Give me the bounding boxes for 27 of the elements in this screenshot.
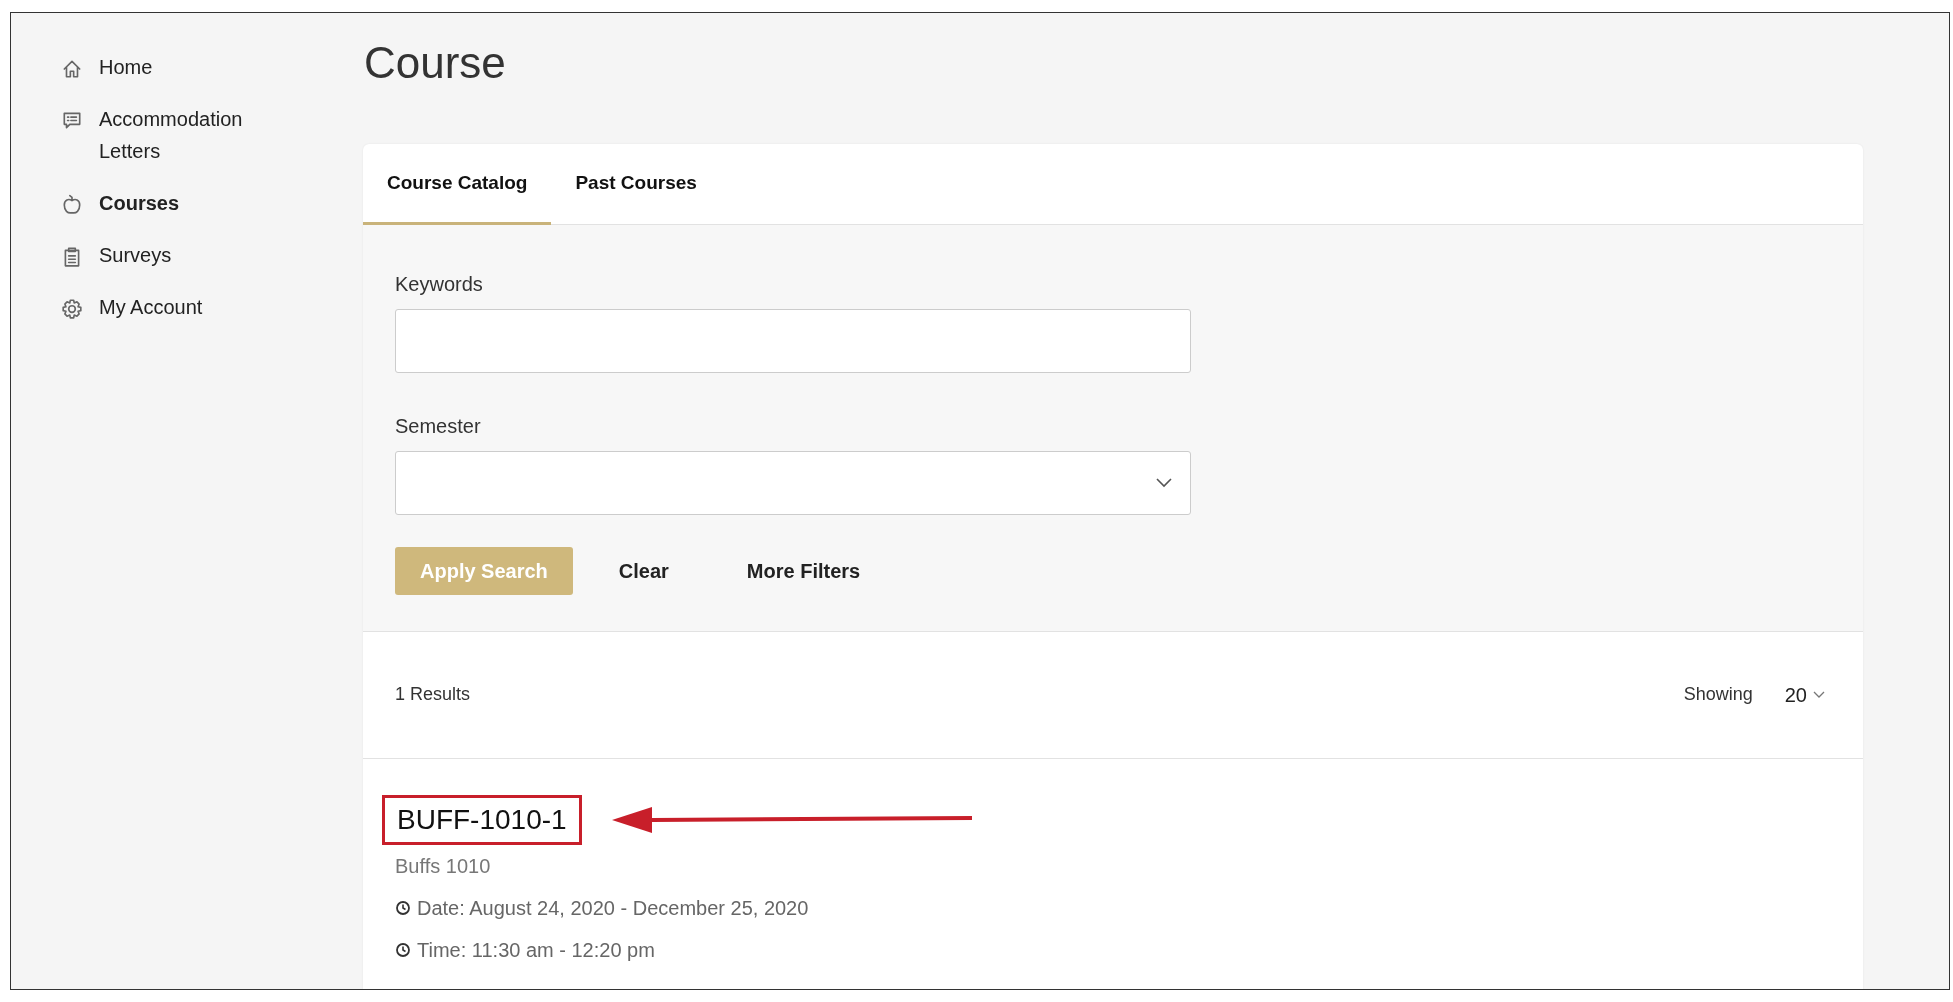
sidebar-item[interactable]: Home (61, 51, 363, 83)
clock-icon (395, 900, 411, 917)
course-name: Buffs 1010 (395, 854, 492, 880)
results-count: 1 Results (395, 683, 471, 707)
field-label: Semester (395, 413, 482, 439)
sidebar-item[interactable]: Accommodation Letters (61, 103, 363, 167)
semester-dropdown[interactable] (395, 450, 1191, 515)
sidebar-item[interactable]: My Account (61, 291, 363, 323)
page-title: Course (364, 37, 507, 89)
link-button[interactable]: More Filters (700, 546, 893, 595)
link-button[interactable]: Clear (572, 546, 701, 595)
clock-icon (395, 942, 411, 959)
apple-icon (61, 194, 83, 216)
course-meta-text: Time: 11:30 am - 12:20 pm (417, 938, 655, 964)
course-code-link[interactable]: BUFF-1010-1 (382, 794, 582, 846)
tab[interactable]: Past Courses (551, 143, 721, 225)
keywords-field[interactable] (395, 308, 1191, 373)
sidebar-item[interactable]: Surveys (61, 239, 363, 271)
page-size-dropdown[interactable]: 20 (1784, 679, 1825, 710)
home-icon (61, 58, 83, 80)
gear-icon (61, 298, 83, 320)
sidebar-item[interactable]: Courses (61, 187, 363, 219)
course-meta-text: Date: August 24, 2020 - December 25, 2020 (417, 896, 809, 922)
showing-label: Showing (1683, 683, 1753, 707)
chevron-down-icon (1813, 690, 1825, 699)
chevron-down-icon (1156, 477, 1172, 488)
field-label: Keywords (395, 271, 484, 297)
